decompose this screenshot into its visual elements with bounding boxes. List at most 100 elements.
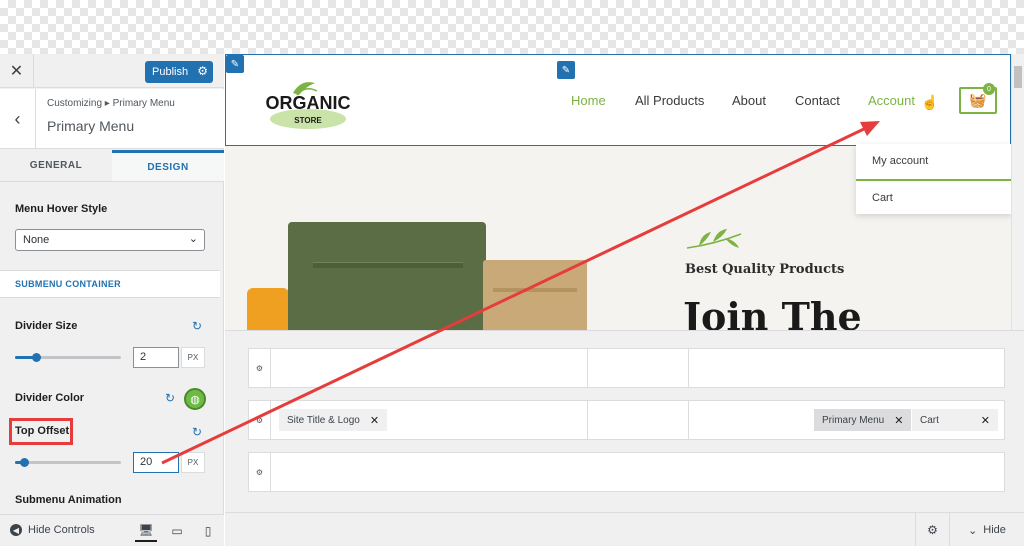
transparent-background-strip	[0, 0, 1024, 54]
submenu-item-cart[interactable]: Cart	[856, 181, 1011, 216]
nav-all-products[interactable]: All Products	[635, 93, 704, 108]
desktop-preview-button[interactable]: 🖥	[135, 520, 157, 542]
tab-design[interactable]: DESIGN	[112, 150, 224, 181]
publish-button[interactable]: Publish ⚙	[145, 61, 213, 83]
tablet-preview-button[interactable]: ▭	[166, 520, 188, 542]
nav-home[interactable]: Home	[571, 93, 606, 108]
menu-hover-style-value: None	[23, 234, 50, 246]
tablet-icon: ▭	[171, 524, 183, 538]
submenu-container-heading: SUBMENU CONTAINER	[0, 270, 220, 298]
mobile-icon: ▯	[204, 524, 212, 538]
site-preview: ✎ ✎ ORGANIC STORE Home All Products Abou…	[225, 54, 1011, 330]
hide-controls-label: Hide Controls	[28, 524, 95, 536]
hide-controls-button[interactable]: ◀ Hide Controls	[10, 524, 95, 536]
close-icon[interactable]: ✕	[894, 414, 903, 427]
organic-store-logo[interactable]: ORGANIC STORE	[253, 75, 363, 131]
customizer-sidebar: ✕ Publish ⚙ ‹ Customizing ▸ Primary Menu…	[0, 54, 224, 546]
top-offset-unit[interactable]: PX	[181, 452, 205, 473]
builder-chip-site-title-logo[interactable]: Site Title & Logo ✕	[279, 409, 388, 431]
chip-label: Site Title & Logo	[287, 414, 360, 426]
row-settings-icon[interactable]: ⚙	[249, 401, 271, 439]
edit-pencil-icon[interactable]: ✎	[557, 61, 575, 79]
sidebar-footer: ◀ Hide Controls 🖥 ▭ ▯	[0, 514, 224, 546]
header-builder: ⚙ ⚙ Site Title & Logo ✕ Primary Menu ✕ C…	[225, 330, 1024, 512]
reset-icon[interactable]: ↻	[165, 391, 175, 405]
section-header: ‹ Customizing ▸ Primary Menu Primary Men…	[0, 89, 224, 149]
top-offset-input[interactable]: 20	[133, 452, 179, 473]
customizer-topbar: ✕ Publish ⚙	[0, 54, 224, 88]
honey-jar-image	[247, 288, 289, 330]
menu-hover-style-select[interactable]: None ⌄	[15, 229, 205, 251]
column-divider	[587, 349, 588, 387]
hand-cursor-icon: ☝	[921, 94, 939, 110]
nav-account[interactable]: Account	[868, 93, 915, 108]
preview-scrollbar[interactable]	[1011, 54, 1024, 330]
close-icon[interactable]: ✕	[981, 414, 990, 427]
kraft-bag-image	[483, 260, 587, 330]
chip-label: Cart	[920, 414, 939, 426]
submenu-item-my-account[interactable]: My account	[856, 144, 1011, 179]
scrollbar-thumb[interactable]	[1014, 66, 1022, 88]
section-title: Primary Menu	[47, 118, 135, 134]
mobile-preview-button[interactable]: ▯	[197, 520, 219, 542]
chevron-left-icon: ‹	[14, 108, 21, 129]
gear-icon: ⚙	[927, 523, 938, 537]
reset-icon[interactable]: ↻	[192, 425, 202, 439]
submenu-animation-label: Submenu Animation	[15, 494, 122, 506]
builder-row-bottom[interactable]: ⚙	[248, 452, 1005, 492]
hero-heading: Join The	[683, 294, 862, 330]
column-divider	[587, 401, 588, 439]
desktop-icon: 🖥	[138, 523, 154, 537]
hero-tagline: Best Quality Products	[685, 262, 845, 277]
builder-settings-button[interactable]: ⚙	[915, 513, 949, 546]
bag-zipper	[493, 288, 577, 292]
edit-pencil-icon[interactable]: ✎	[226, 55, 244, 73]
tab-general[interactable]: GENERAL	[0, 150, 112, 181]
divider-color-swatch[interactable]: ◍	[184, 388, 206, 410]
chevron-down-icon: ⌄	[968, 524, 978, 537]
logo-text-organic: ORGANIC	[266, 93, 351, 113]
builder-row-main[interactable]: ⚙ Site Title & Logo ✕ Primary Menu ✕ Car…	[248, 400, 1005, 440]
column-divider	[688, 349, 689, 387]
builder-chip-cart[interactable]: Cart ✕	[912, 409, 998, 431]
divider-size-slider[interactable]	[15, 353, 121, 362]
account-submenu: My account Cart	[856, 144, 1011, 214]
bag-zipper	[313, 262, 463, 268]
basket-icon: 🧺	[969, 92, 987, 108]
row-settings-icon[interactable]: ⚙	[249, 349, 271, 387]
hide-label: Hide	[983, 524, 1006, 536]
chip-label: Primary Menu	[822, 414, 885, 426]
publish-label: Publish	[152, 66, 189, 78]
cart-count-badge: 0	[983, 83, 995, 95]
close-button[interactable]: ✕	[0, 54, 34, 88]
site-header: ✎ ✎ ORGANIC STORE Home All Products Abou…	[225, 54, 1011, 146]
builder-row-top[interactable]: ⚙	[248, 348, 1005, 388]
chevron-down-icon: ⌄	[188, 233, 198, 245]
nav-contact[interactable]: Contact	[795, 93, 840, 108]
tab-bar: GENERAL DESIGN	[0, 150, 224, 182]
divider-color-label: Divider Color	[15, 392, 85, 404]
green-bag-image	[288, 222, 486, 330]
close-icon[interactable]: ✕	[370, 414, 379, 427]
slider-thumb[interactable]	[32, 353, 41, 362]
reset-icon[interactable]: ↻	[192, 319, 202, 333]
row-settings-icon[interactable]: ⚙	[249, 453, 271, 491]
builder-footer: ⚙ ⌄ Hide	[225, 512, 1024, 546]
globe-icon: ◍	[190, 393, 200, 406]
leaf-icon	[686, 229, 742, 249]
breadcrumb: Customizing ▸ Primary Menu	[47, 98, 175, 109]
divider-size-input[interactable]: 2	[133, 347, 179, 368]
collapse-icon: ◀	[10, 524, 22, 536]
back-button[interactable]: ‹	[0, 89, 36, 149]
hide-builder-button[interactable]: ⌄ Hide	[949, 513, 1024, 546]
top-offset-slider[interactable]	[15, 458, 121, 467]
gear-icon[interactable]: ⚙	[197, 64, 208, 78]
builder-chip-primary-menu[interactable]: Primary Menu ✕	[814, 409, 912, 431]
column-divider	[688, 401, 689, 439]
nav-about[interactable]: About	[732, 93, 766, 108]
slider-thumb[interactable]	[20, 458, 29, 467]
top-offset-label: Top Offset	[15, 425, 70, 437]
close-icon: ✕	[9, 63, 24, 80]
divider-size-label: Divider Size	[15, 320, 78, 332]
divider-size-unit[interactable]: PX	[181, 347, 205, 368]
